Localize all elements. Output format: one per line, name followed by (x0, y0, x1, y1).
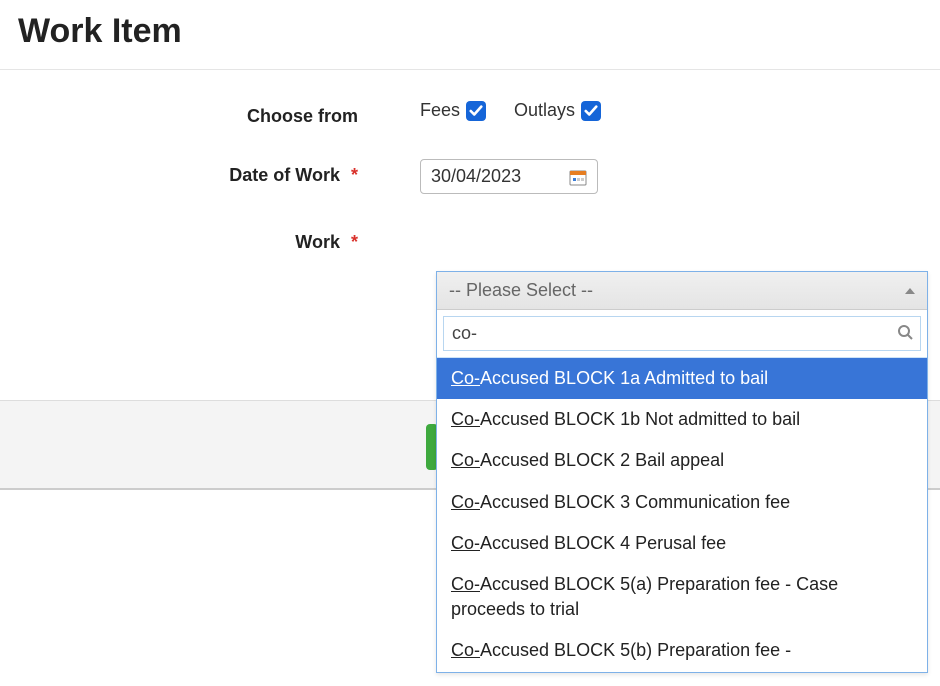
chevron-up-icon (905, 288, 915, 294)
form-area: Choose from Fees Outlays Date of Work * (0, 70, 940, 253)
option-rest: Accused BLOCK 1b Not admitted to bail (480, 409, 800, 429)
option-match-prefix: Co- (451, 368, 480, 388)
work-option[interactable]: Co-Accused BLOCK 5(a) Preparation fee - … (437, 564, 927, 630)
label-choose-from: Choose from (0, 100, 380, 127)
page-title: Work Item (0, 0, 940, 70)
option-match-prefix: Co- (451, 574, 480, 594)
work-option[interactable]: Co-Accused BLOCK 4 Perusal fee (437, 523, 927, 564)
work-select-header[interactable]: -- Please Select -- (437, 272, 927, 310)
option-rest: Accused BLOCK 4 Perusal fee (480, 533, 726, 553)
check-icon (584, 104, 598, 118)
outlays-checkbox[interactable] (581, 101, 601, 121)
date-input-wrap (420, 159, 598, 194)
work-option[interactable]: Co-Accused BLOCK 5(b) Preparation fee - (437, 630, 927, 671)
fees-checkbox-item: Fees (420, 100, 486, 121)
fees-label: Fees (420, 100, 460, 121)
check-icon (469, 104, 483, 118)
option-rest: Accused BLOCK 5(b) Preparation fee - (480, 640, 791, 660)
label-work-text: Work (295, 232, 340, 252)
work-select-options[interactable]: Co-Accused BLOCK 1a Admitted to bailCo-A… (437, 358, 927, 672)
work-select-dropdown: -- Please Select -- Co-Accused BLOCK 1a … (436, 271, 928, 673)
work-option[interactable]: Co-Accused BLOCK 1b Not admitted to bail (437, 399, 927, 440)
row-work: Work * (0, 226, 940, 253)
option-match-prefix: Co- (451, 640, 480, 660)
row-choose-from: Choose from Fees Outlays (0, 100, 940, 127)
label-date-of-work: Date of Work * (0, 159, 380, 186)
work-select-search-input[interactable] (443, 316, 921, 351)
option-rest: Accused BLOCK 3 Communication fee (480, 492, 790, 512)
row-date-of-work: Date of Work * (0, 159, 940, 194)
required-asterisk: * (351, 165, 358, 185)
outlays-label: Outlays (514, 100, 575, 121)
search-icon (897, 324, 913, 340)
option-match-prefix: Co- (451, 533, 480, 553)
fees-checkbox[interactable] (466, 101, 486, 121)
label-date-text: Date of Work (229, 165, 340, 185)
required-asterisk: * (351, 232, 358, 252)
outlays-checkbox-item: Outlays (514, 100, 601, 121)
work-option[interactable]: Co-Accused BLOCK 3 Communication fee (437, 482, 927, 523)
label-work: Work * (0, 226, 380, 253)
option-match-prefix: Co- (451, 450, 480, 470)
option-rest: Accused BLOCK 1a Admitted to bail (480, 368, 768, 388)
work-select-placeholder: -- Please Select -- (449, 280, 593, 301)
option-rest: Accused BLOCK 2 Bail appeal (480, 450, 724, 470)
option-match-prefix: Co- (451, 409, 480, 429)
work-option[interactable]: Co-Accused BLOCK 2 Bail appeal (437, 440, 927, 481)
work-option[interactable]: Co-Accused BLOCK 1a Admitted to bail (437, 358, 927, 399)
option-match-prefix: Co- (451, 492, 480, 512)
calendar-icon[interactable] (569, 168, 587, 186)
option-rest: Accused BLOCK 5(a) Preparation fee - Cas… (451, 574, 838, 619)
date-of-work-input[interactable] (431, 166, 561, 187)
work-select-search-row (437, 310, 927, 358)
